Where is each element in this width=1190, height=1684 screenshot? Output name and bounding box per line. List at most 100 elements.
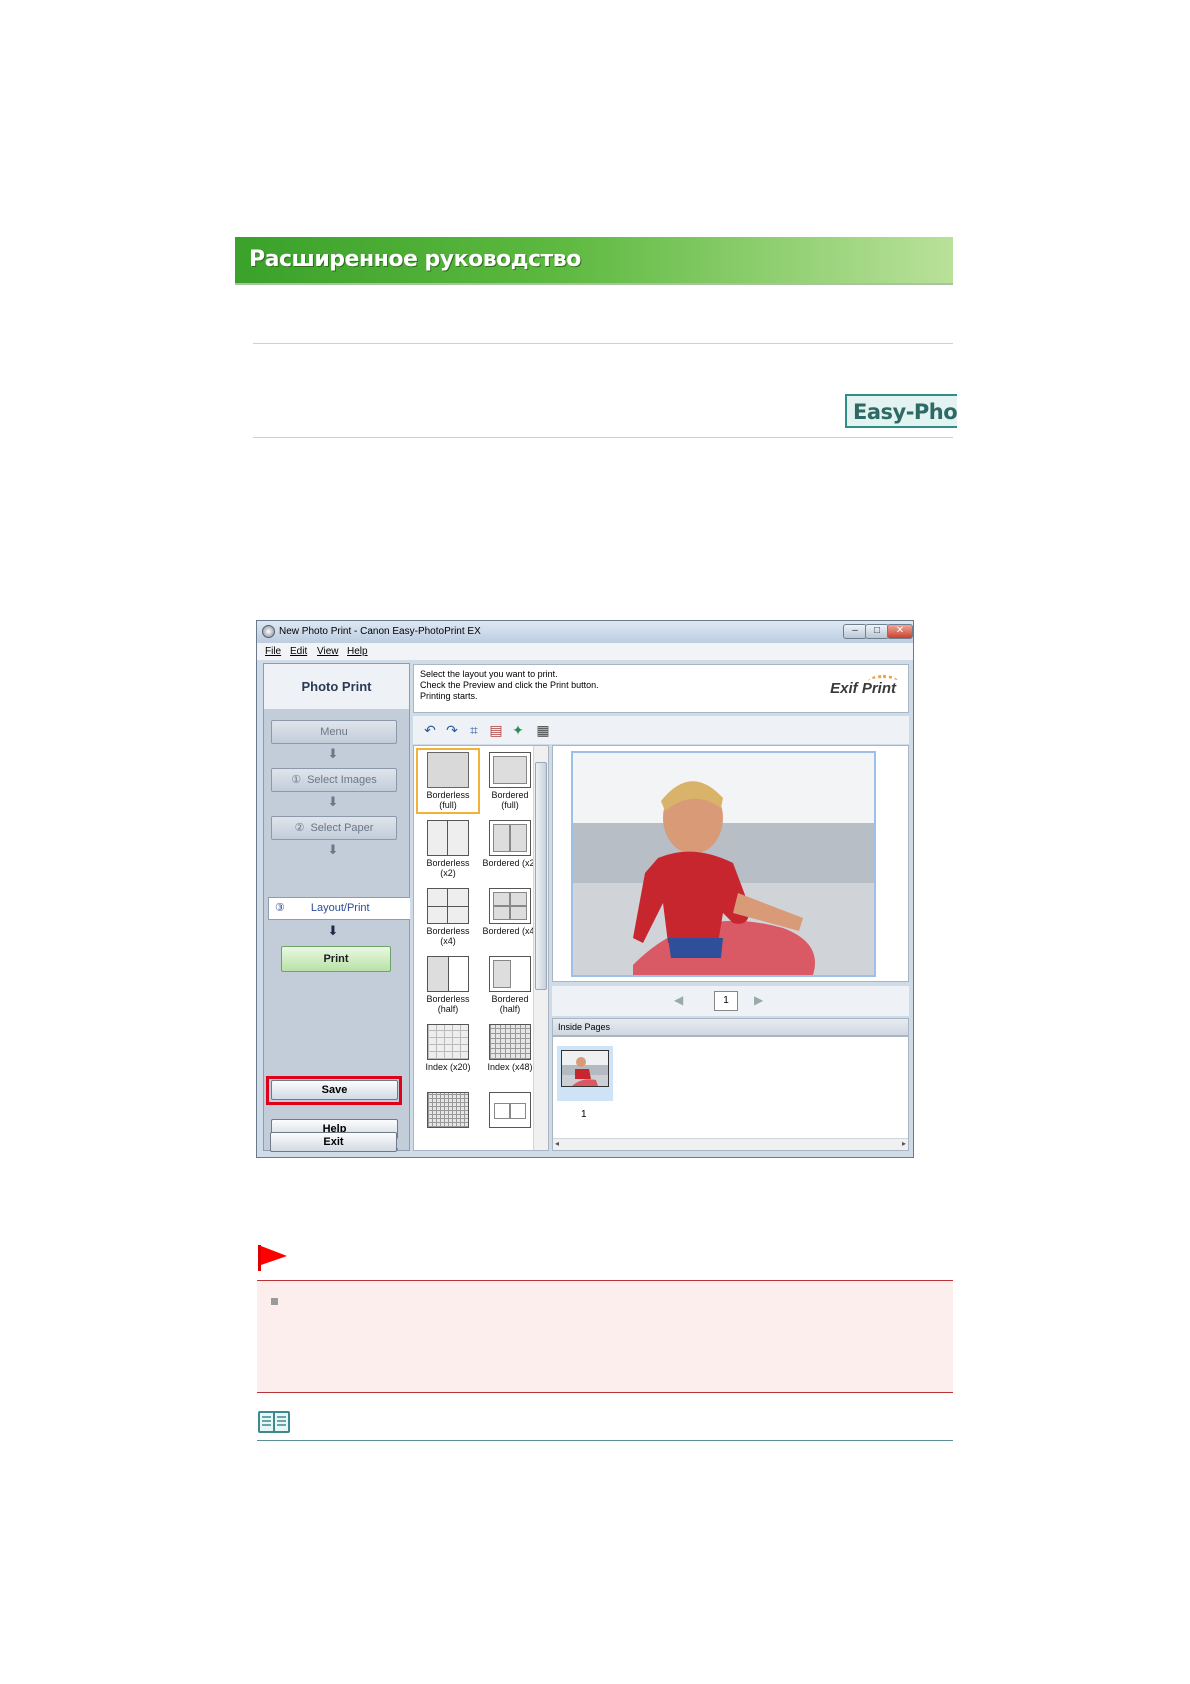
print-button[interactable]: Print — [281, 946, 391, 972]
save-button[interactable]: Save — [271, 1080, 398, 1100]
layout-preview — [489, 820, 531, 856]
layout-print-tab[interactable]: ③ Layout/Print — [268, 897, 410, 920]
crop-icon[interactable]: ⌗ — [466, 722, 482, 738]
layout-preview — [489, 752, 531, 788]
image-correction-icon[interactable]: ▤ — [488, 722, 504, 738]
layout-bordered-full[interactable]: Bordered (full) — [482, 752, 538, 810]
layout-preview — [427, 888, 469, 924]
banner-title: Расширенное руководство — [249, 247, 581, 272]
layout-preview — [489, 1024, 531, 1060]
thumbnail-number: 1 — [581, 1109, 587, 1120]
layout-caption: Bordered (half) — [491, 994, 529, 1014]
layout-caption: Bordered (x4) — [482, 926, 538, 936]
menu-button[interactable]: Menu — [271, 720, 397, 744]
instruction-line: Select the layout you want to print. — [420, 669, 558, 679]
menu-file[interactable]: File — [265, 646, 281, 657]
child-photo-illustration — [573, 753, 874, 975]
preview-photo — [571, 751, 876, 977]
maximize-button[interactable]: □ — [865, 624, 889, 639]
navigation-pane: Photo Print Menu ⬇ ① Select Images ⬇ ② Sel… — [263, 663, 410, 1151]
logo-text: Easy-PhotoPrint EX — [853, 400, 957, 424]
layout-index-x48[interactable]: Index (x48) — [482, 1024, 538, 1072]
menu-bar: File Edit View Help — [257, 643, 913, 660]
layout-borderless-x4[interactable]: Borderless (x4) — [420, 888, 476, 946]
step-number: ① — [291, 774, 302, 786]
step-number: ③ — [275, 902, 285, 914]
select-paper-button[interactable]: ② Select Paper — [271, 816, 397, 840]
layout-preview — [427, 956, 469, 992]
menu-edit[interactable]: Edit — [290, 646, 307, 657]
layout-borderless-x2[interactable]: Borderless (x2) — [420, 820, 476, 878]
menu-view[interactable]: View — [317, 646, 339, 657]
layout-caption: Borderless (x2) — [426, 858, 470, 878]
inside-pages-header: Inside Pages — [552, 1018, 909, 1036]
step-number: ② — [294, 822, 305, 834]
layout-caption: Borderless (full) — [426, 790, 470, 810]
rotate-right-icon[interactable]: ↷ — [444, 722, 460, 738]
layout-caption: Bordered (full) — [491, 790, 529, 810]
scroll-left-icon[interactable]: ◂ — [555, 1139, 559, 1148]
scrollbar-thumb[interactable] — [535, 762, 547, 990]
page-thumbnail[interactable] — [557, 1046, 613, 1101]
layout-index-x20[interactable]: Index (x20) — [420, 1024, 476, 1072]
layout-list: Borderless (full) Bordered (full) Border… — [413, 745, 549, 1151]
select-images-button[interactable]: ① Select Images — [271, 768, 397, 792]
layout-caption: Bordered (x2) — [482, 858, 538, 868]
app-icon — [262, 625, 275, 638]
layout-borderless-half[interactable]: Borderless (half) — [420, 956, 476, 1014]
step-label: Select Images — [307, 774, 377, 786]
layout-preview — [427, 1092, 469, 1128]
menu-help[interactable]: Help — [347, 646, 368, 657]
layout-scrollbar[interactable] — [533, 746, 548, 1150]
banner-underline — [235, 283, 953, 285]
page-navigator: ◀ 1 ▶ — [552, 986, 909, 1016]
window-title: New Photo Print - Canon Easy-PhotoPrint … — [279, 626, 481, 637]
prev-page-icon[interactable]: ◀ — [674, 993, 683, 1007]
layout-more[interactable] — [482, 1092, 538, 1128]
layout-caption: Borderless (half) — [426, 994, 470, 1014]
important-flag-icon — [258, 1245, 287, 1271]
note-divider — [257, 1440, 953, 1441]
important-note-box — [257, 1280, 953, 1393]
arrow-down-icon: ⬇ — [327, 923, 339, 938]
next-page-icon[interactable]: ▶ — [754, 993, 763, 1007]
edit-toolbar: ↶ ↷ ⌗ ▤ ✦ ▦ — [413, 716, 909, 744]
layout-preview — [427, 820, 469, 856]
layout-preview — [489, 956, 531, 992]
layout-borderless-full[interactable]: Borderless (full) — [416, 748, 480, 814]
layout-bordered-x2[interactable]: Bordered (x2) — [482, 820, 538, 868]
arrow-down-icon: ⬇ — [327, 746, 339, 761]
easy-photoprint-logo: Easy-PhotoPrint EX — [845, 394, 957, 428]
add-text-icon[interactable]: ▦ — [535, 722, 551, 738]
inside-pages-pane: 1 ◂ ▸ — [552, 1036, 909, 1151]
instruction-line: Printing starts. — [420, 691, 478, 701]
thumbnail-photo — [561, 1050, 609, 1087]
rotate-left-icon[interactable]: ↶ — [422, 722, 438, 738]
scroll-right-icon[interactable]: ▸ — [902, 1139, 906, 1148]
thumbnail-scrollbar[interactable]: ◂ ▸ — [553, 1138, 908, 1150]
app-window: New Photo Print - Canon Easy-PhotoPrint … — [256, 620, 914, 1158]
preview-pane — [552, 745, 909, 982]
bullet-icon — [271, 1298, 278, 1305]
layout-bordered-half[interactable]: Bordered (half) — [482, 956, 538, 1014]
arrow-down-icon: ⬇ — [327, 842, 339, 857]
layout-index-more[interactable] — [420, 1092, 476, 1128]
arrow-down-icon: ⬇ — [327, 794, 339, 809]
exit-button[interactable]: Exit — [270, 1132, 397, 1152]
divider — [253, 437, 953, 438]
section-banner: Расширенное руководство — [235, 237, 953, 283]
minimize-button[interactable]: – — [843, 624, 867, 639]
layout-caption: Index (x48) — [487, 1062, 533, 1072]
instruction-panel: Select the layout you want to print. Che… — [413, 664, 909, 713]
page-number-box: 1 — [714, 991, 738, 1011]
layout-preview — [489, 1092, 531, 1128]
close-button[interactable]: ✕ — [887, 624, 913, 639]
effects-icon[interactable]: ✦ — [510, 722, 526, 738]
title-bar: New Photo Print - Canon Easy-PhotoPrint … — [257, 621, 913, 643]
layout-preview — [489, 888, 531, 924]
step-label: Layout/Print — [310, 902, 370, 914]
step-label: Select Paper — [310, 822, 374, 834]
layout-bordered-x4[interactable]: Bordered (x4) — [482, 888, 538, 936]
layout-preview — [427, 752, 469, 788]
exif-print-logo: Exif Print — [830, 680, 896, 697]
